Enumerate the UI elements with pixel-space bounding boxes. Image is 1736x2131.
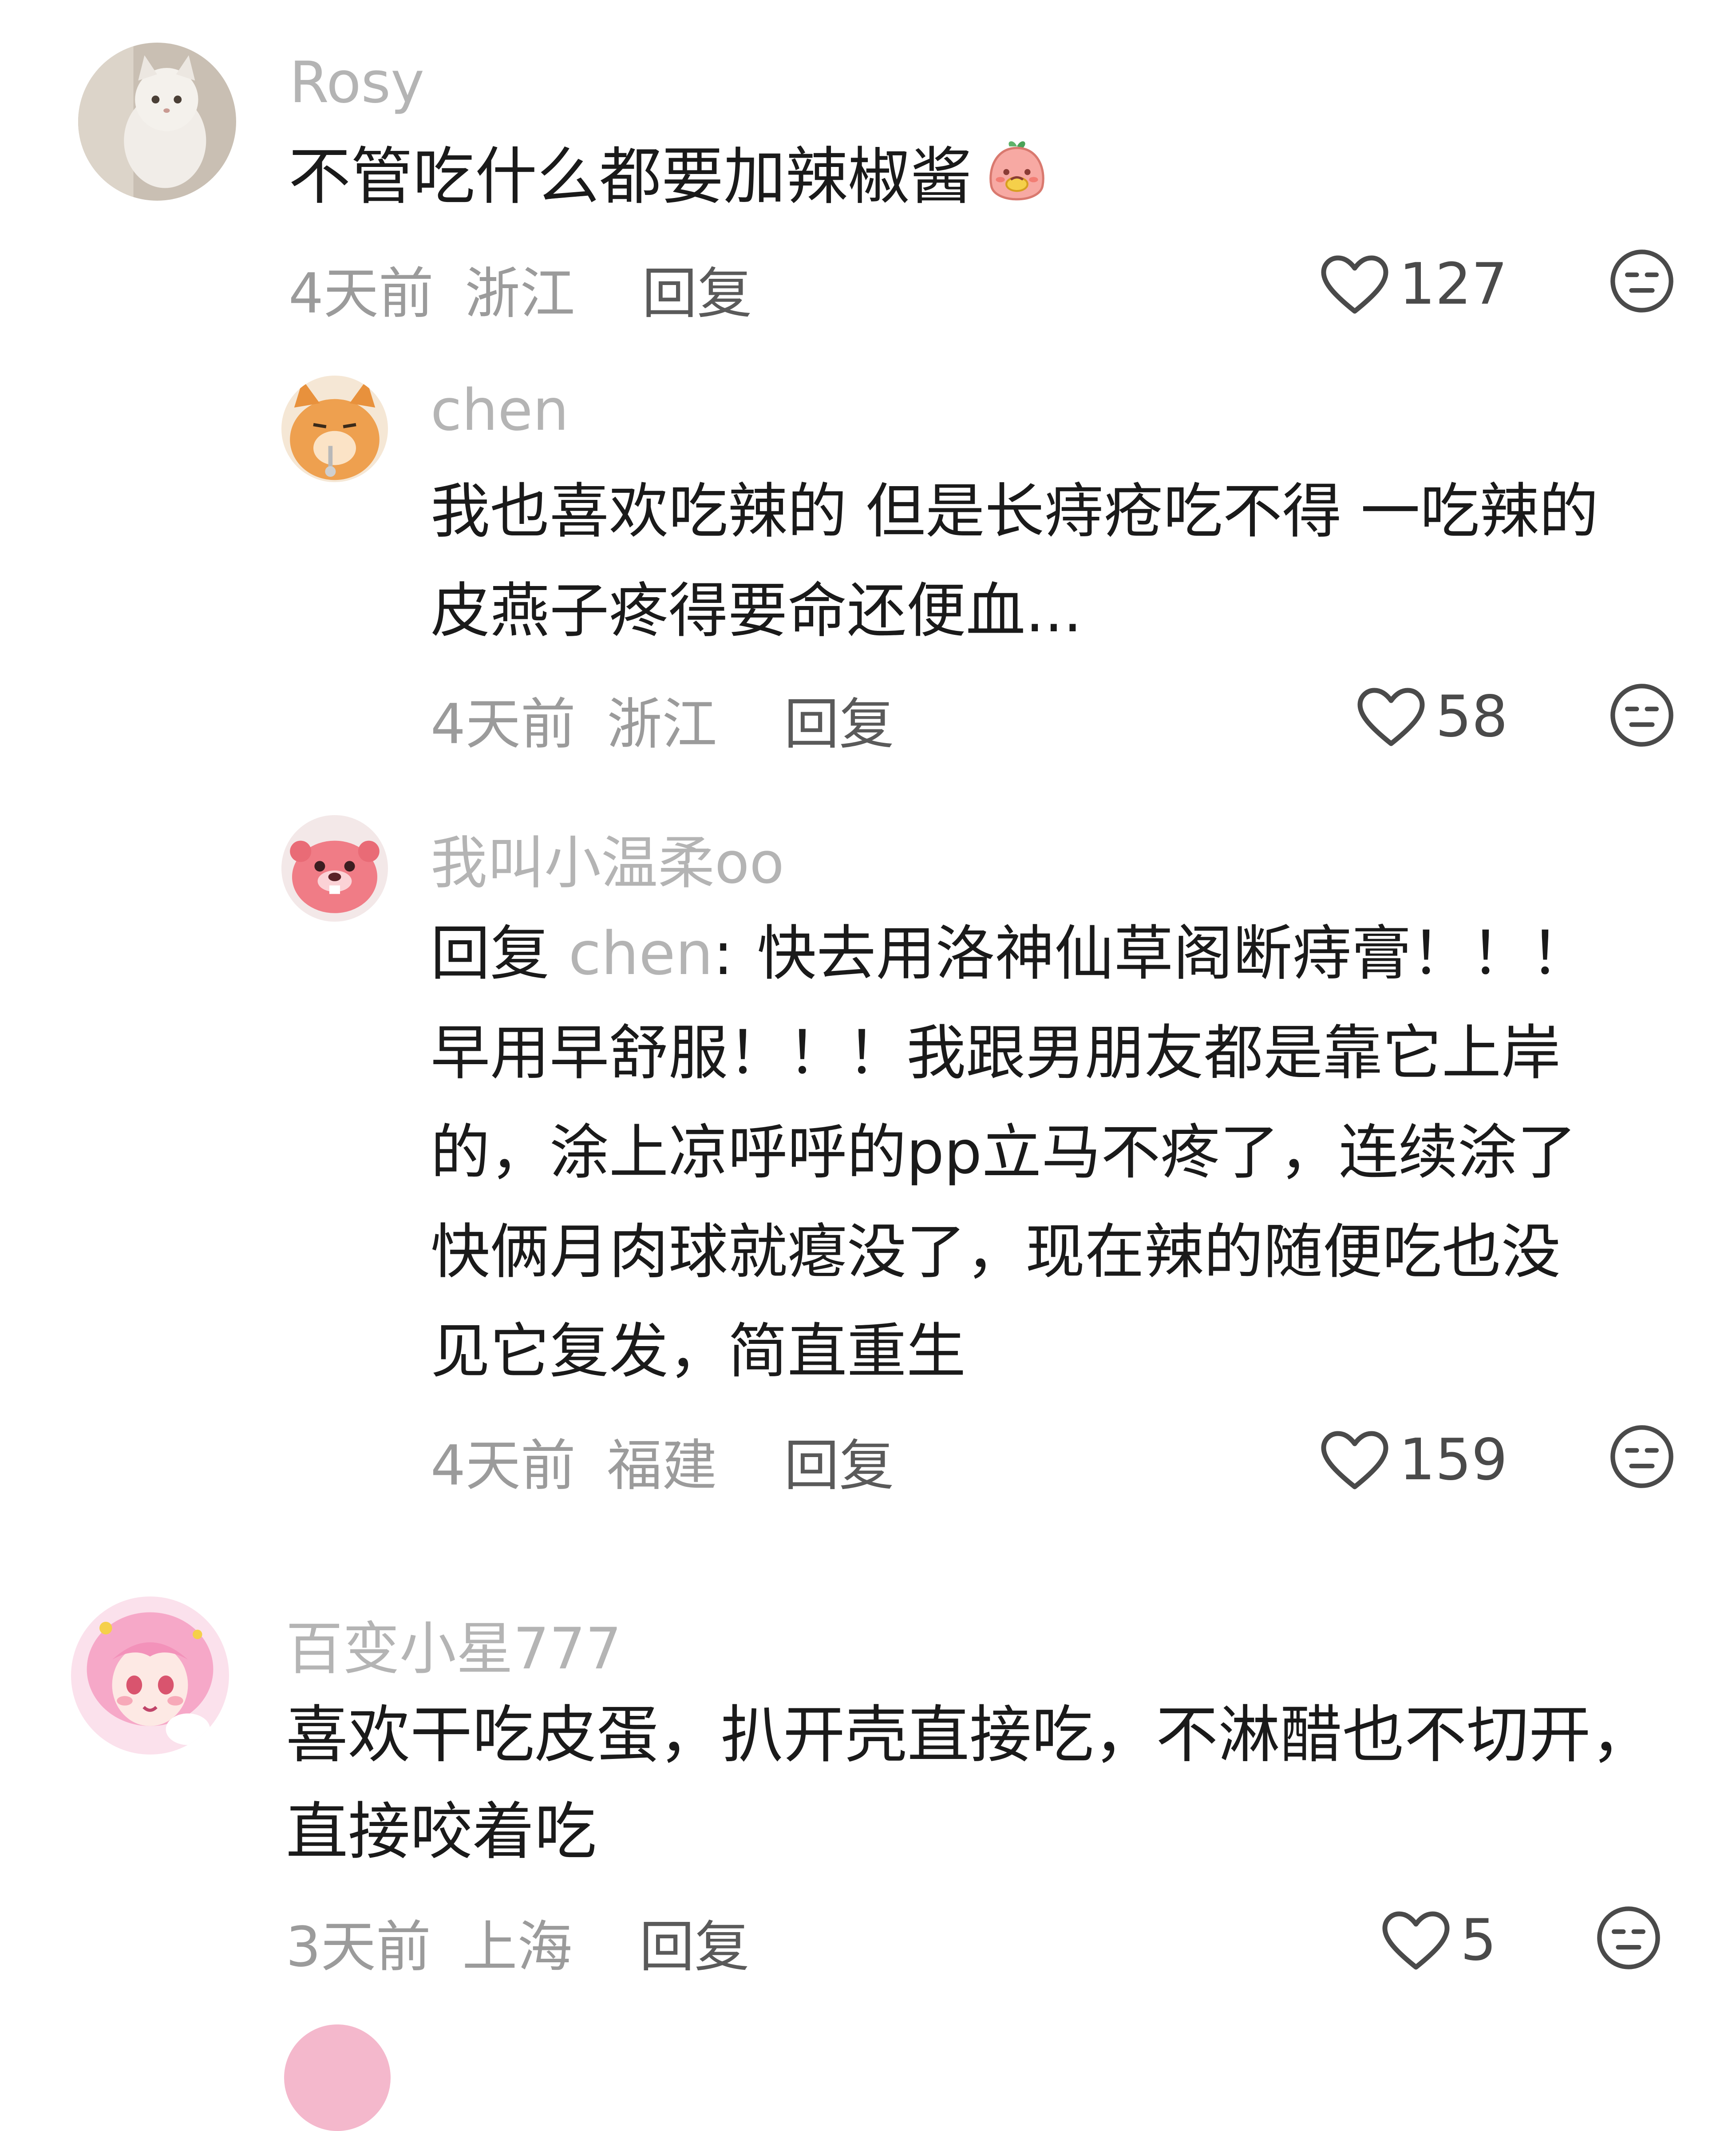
- reply-prefix: 回复: [431, 919, 550, 988]
- reply-colon: :: [713, 919, 733, 988]
- avatar[interactable]: [78, 43, 236, 201]
- pink-beaver-avatar-icon: [281, 815, 388, 922]
- comment-line: 早用早舒服！！！我跟男朋友都是靠它上岸: [431, 1018, 1561, 1088]
- comment-time: 4天前: [431, 1434, 576, 1498]
- comment-line: 不管吃什么都要加辣椒酱: [289, 141, 973, 213]
- meh-face-icon: [1610, 250, 1673, 313]
- comment-line: 我也喜欢吃辣的 但是长痔疮吃不得 一吃辣的: [431, 477, 1599, 546]
- comment-text: 我也喜欢吃辣的 但是长痔疮吃不得 一吃辣的 皮燕子疼得要命还便血...: [431, 462, 1598, 661]
- comment-time: 4天前: [289, 262, 434, 326]
- comment-text: 喜欢干吃皮蛋，扒开壳直接吃，不淋醋也不切开， 直接咬着吃: [286, 1687, 1653, 1881]
- reply-button[interactable]: 回复: [642, 262, 752, 326]
- dislike-button[interactable]: [1609, 682, 1675, 749]
- comment-time: 4天前: [431, 693, 576, 757]
- comment-line: 皮燕子疼得要命还便血...: [431, 576, 1082, 646]
- reply-button[interactable]: 回复: [784, 693, 894, 757]
- like-button[interactable]: 5: [1380, 1907, 1496, 1973]
- comment-line: 的，涂上凉呼呼的pp立马不疼了，连续涂了: [431, 1118, 1577, 1187]
- like-count: 5: [1460, 1907, 1497, 1973]
- comment-location: 福建: [607, 1434, 717, 1498]
- meh-face-icon: [1610, 1425, 1673, 1488]
- heart-icon: [1321, 1431, 1388, 1489]
- anime-girl-avatar-icon: [71, 1596, 229, 1755]
- heart-icon: [1382, 1911, 1450, 1969]
- username[interactable]: 百变小星777: [286, 1603, 621, 1685]
- reply-button[interactable]: 回复: [639, 1915, 749, 1979]
- like-count: 159: [1399, 1427, 1508, 1493]
- username[interactable]: Rosy: [289, 50, 424, 116]
- meh-face-icon: [1610, 684, 1673, 747]
- orange-cat-avatar-icon: [281, 376, 388, 482]
- reply-button[interactable]: 回复: [784, 1434, 894, 1498]
- like-count: 58: [1435, 684, 1508, 750]
- like-button[interactable]: 58: [1356, 684, 1508, 750]
- comment-location: 浙江: [465, 262, 575, 326]
- comment-meta: 4天前 福建 回复: [431, 1421, 894, 1501]
- avatar[interactable]: [284, 2024, 391, 2131]
- comment-location: 上海: [462, 1915, 573, 1979]
- like-count: 127: [1399, 251, 1508, 317]
- comment-location: 浙江: [607, 693, 717, 757]
- comment-text: 回复 chen: 快去用洛神仙草阁断痔膏！！！ 早用早舒服！！！我跟男朋友都是靠它…: [431, 904, 1590, 1401]
- comment-text: 不管吃什么都要加辣椒酱: [289, 129, 1055, 239]
- avatar[interactable]: [71, 1596, 229, 1755]
- heart-icon: [1321, 255, 1388, 313]
- heart-icon: [1357, 688, 1425, 746]
- comment-line: 见它复发，简直重生: [431, 1317, 966, 1386]
- username[interactable]: 我叫小温柔oo: [431, 817, 784, 899]
- like-button[interactable]: 159: [1319, 1427, 1507, 1493]
- comment-meta: 4天前 浙江 回复: [431, 679, 894, 759]
- comment-meta: 4天前 浙江 回复: [289, 249, 752, 329]
- peach-emoji-icon: [979, 136, 1055, 239]
- reply-to-user[interactable]: chen: [569, 919, 713, 988]
- dislike-button[interactable]: [1609, 248, 1675, 314]
- comment-line: 快去用洛神仙草阁断痔膏！！！: [757, 919, 1590, 988]
- cat-avatar-icon: [78, 43, 236, 201]
- comment-line: 快俩月肉球就瘪没了，现在辣的随便吃也没: [431, 1217, 1561, 1287]
- avatar[interactable]: [281, 376, 388, 482]
- avatar-icon: [284, 2024, 391, 2131]
- comment-line: 喜欢干吃皮蛋，扒开壳直接吃，不淋醋也不切开，: [286, 1699, 1653, 1771]
- meh-face-icon: [1597, 1906, 1660, 1969]
- comment-line: 直接咬着吃: [286, 1796, 597, 1868]
- dislike-button[interactable]: [1595, 1905, 1662, 1971]
- comment-meta: 3天前 上海 回复: [286, 1902, 749, 1982]
- avatar[interactable]: [281, 815, 388, 922]
- dislike-button[interactable]: [1609, 1423, 1675, 1490]
- username[interactable]: chen: [431, 377, 569, 444]
- like-button[interactable]: 127: [1319, 251, 1507, 317]
- comment-time: 3天前: [286, 1915, 431, 1979]
